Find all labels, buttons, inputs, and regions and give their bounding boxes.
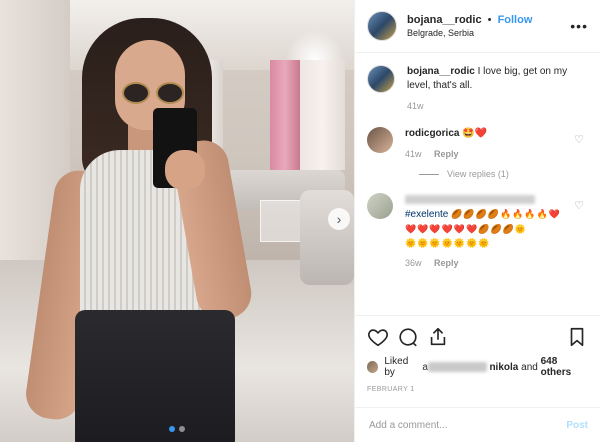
chevron-right-icon: › xyxy=(336,211,342,227)
post-photo[interactable]: › xyxy=(0,0,354,442)
next-photo-button[interactable]: › xyxy=(328,208,350,230)
sunglasses-lens xyxy=(156,82,184,104)
caption-time[interactable]: 41w xyxy=(407,101,424,111)
comment-time[interactable]: 41w xyxy=(405,149,422,159)
heart-icon[interactable]: ♡ xyxy=(574,133,584,146)
person-hand xyxy=(165,150,205,190)
comment-meta: 36w Reply xyxy=(405,256,561,270)
more-options-icon[interactable]: ••• xyxy=(570,18,588,34)
emoji-line: 🌞🌞🌞🌞🌞🌞🌞 xyxy=(405,238,491,248)
blurred-username xyxy=(405,194,535,204)
hashtag-link[interactable]: #exelente xyxy=(405,209,448,220)
avatar[interactable] xyxy=(367,11,397,41)
photo-armchair xyxy=(300,190,354,285)
view-replies-label: View replies (1) xyxy=(447,169,509,179)
avatar[interactable] xyxy=(367,65,395,93)
avatar[interactable] xyxy=(367,193,393,219)
post-date[interactable]: FEBRUARY 1 xyxy=(367,386,588,393)
comments-section: bojana__rodic I love big, get on my leve… xyxy=(355,53,600,315)
bookmark-icon[interactable] xyxy=(566,326,588,348)
liked-by-user[interactable]: nikola xyxy=(489,362,518,373)
carousel-dots xyxy=(0,426,354,432)
header-text: bojana__rodic • Follow Belgrade, Serbia xyxy=(407,14,532,38)
liked-by-conj: and xyxy=(521,361,538,373)
reply-button[interactable]: Reply xyxy=(434,258,459,268)
photo-table xyxy=(260,200,302,242)
caption-body: bojana__rodic I love big, get on my leve… xyxy=(407,65,588,113)
liked-by-label: Liked by xyxy=(384,356,409,378)
carousel-dot xyxy=(179,426,185,432)
comment-meta: 41w Reply xyxy=(405,147,487,161)
post-comment-button[interactable]: Post xyxy=(566,420,588,431)
post-header: bojana__rodic • Follow Belgrade, Serbia … xyxy=(355,0,600,53)
location-link[interactable]: Belgrade, Serbia xyxy=(407,28,532,38)
avatar[interactable] xyxy=(367,127,393,153)
emoji-line: ❤️❤️❤️❤️❤️❤️🏉🏉🏉🌞 xyxy=(405,224,528,234)
comment-username[interactable]: rodicgorica xyxy=(405,128,459,139)
avatar xyxy=(367,361,379,373)
emoji-line: 🏉🏉🏉🏉🔥🔥🔥🔥❤️ xyxy=(451,209,562,219)
post-actions: Liked by a nikola and 648 others FEBRUAR… xyxy=(355,315,600,393)
view-replies-line xyxy=(419,173,439,175)
follow-button[interactable]: Follow xyxy=(498,14,533,26)
action-icons xyxy=(367,322,588,352)
header-row: bojana__rodic • Follow xyxy=(407,14,532,26)
share-icon[interactable] xyxy=(427,326,449,348)
username-link[interactable]: bojana__rodic xyxy=(407,14,482,26)
comment-body: #exelente 🏉🏉🏉🏉🔥🔥🔥🔥❤️ ❤️❤️❤️❤️❤️❤️🏉🏉🏉🌞 🌞🌞… xyxy=(405,193,561,270)
person-jeans xyxy=(75,310,235,442)
heart-icon[interactable] xyxy=(367,326,389,348)
comment-icon[interactable] xyxy=(397,326,419,348)
reply-button[interactable]: Reply xyxy=(434,149,459,159)
heart-icon[interactable]: ♡ xyxy=(574,199,584,212)
likes-count[interactable]: 648 others xyxy=(541,356,588,378)
likes-summary: Liked by a nikola and 648 others xyxy=(367,356,588,378)
comment-text: 🤩❤️ xyxy=(462,128,488,139)
comment-item: #exelente 🏉🏉🏉🏉🔥🔥🔥🔥❤️ ❤️❤️❤️❤️❤️❤️🏉🏉🏉🌞 🌞🌞… xyxy=(367,193,588,270)
caption: bojana__rodic I love big, get on my leve… xyxy=(367,65,588,113)
caption-meta: 41w xyxy=(407,99,588,113)
view-replies-button[interactable]: View replies (1) xyxy=(419,169,588,179)
carousel-dot-active xyxy=(169,426,175,432)
sunglasses-lens xyxy=(122,82,150,104)
post-side-panel: bojana__rodic • Follow Belgrade, Serbia … xyxy=(354,0,600,442)
comment-time[interactable]: 36w xyxy=(405,258,422,268)
photo-curtain-pink xyxy=(270,60,300,170)
comment-text: #exelente 🏉🏉🏉🏉🔥🔥🔥🔥❤️ xyxy=(405,207,561,222)
comment-input[interactable] xyxy=(367,418,567,432)
separator-dot: • xyxy=(487,14,492,26)
instagram-post: › bojana__rodic • Follow Belgrade, Serbi… xyxy=(0,0,600,442)
photo-curtain xyxy=(300,60,345,170)
comment-item: rodicgorica 🤩❤️ 41w Reply ♡ xyxy=(367,127,588,161)
blurred-username xyxy=(427,362,487,372)
add-comment-bar: Post xyxy=(355,407,600,442)
comment-body: rodicgorica 🤩❤️ 41w Reply xyxy=(405,127,487,161)
caption-username[interactable]: bojana__rodic xyxy=(407,66,475,77)
